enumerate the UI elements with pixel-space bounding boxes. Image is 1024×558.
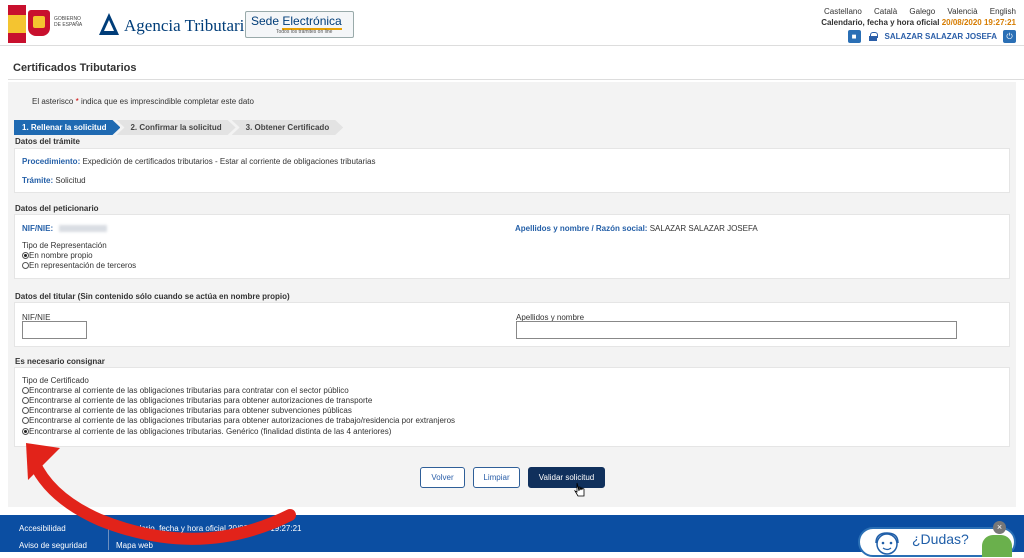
radio-button-icon[interactable]: [22, 407, 29, 414]
help-agent-icon: [875, 532, 899, 555]
mandatory-note: El asterisco * indica que es imprescindi…: [32, 97, 254, 106]
page-title: Certificados Tributarios: [13, 62, 137, 74]
titular-nif-input[interactable]: [22, 321, 87, 339]
cert-option-3[interactable]: Encontrarse al corriente de las obligaci…: [22, 406, 352, 415]
cert-option-label: Encontrarse al corriente de las obligaci…: [29, 396, 373, 405]
help-widget-badge: [982, 535, 1012, 557]
cert-option-label: Encontrarse al corriente de las obligaci…: [29, 427, 392, 436]
spain-flag-icon: [8, 5, 26, 43]
cert-option-label: Encontrarse al corriente de las obligaci…: [29, 386, 349, 395]
asterisk-mark: *: [75, 97, 79, 106]
lang-galego[interactable]: Galego: [909, 7, 935, 16]
representacion-label: Tipo de Representación: [22, 241, 107, 250]
section-tramite: Procedimiento: Expedición de certificado…: [14, 148, 1010, 193]
radio-label: En nombre propio: [29, 251, 93, 260]
sede-title-1: Sede: [251, 14, 283, 28]
lock-icon: [868, 31, 878, 41]
user-profile-icon[interactable]: ■: [847, 29, 861, 43]
radio-representacion-terceros[interactable]: En representación de terceros: [22, 261, 136, 270]
tramite-label: Trámite:: [22, 176, 54, 185]
radio-button-icon[interactable]: [22, 417, 29, 424]
lang-castellano[interactable]: Castellano: [824, 7, 862, 16]
sede-electronica-logo[interactable]: Sede Electrónica Todos los trámites on l…: [245, 11, 354, 38]
footer-mapa-web-link[interactable]: Mapa web: [116, 541, 153, 550]
lang-catala[interactable]: Català: [874, 7, 897, 16]
radio-nombre-propio[interactable]: En nombre propio: [22, 251, 93, 260]
lang-valencia[interactable]: Valencià: [947, 7, 977, 16]
tipo-certificado-label: Tipo de Certificado: [22, 376, 89, 385]
limpiar-button[interactable]: Limpiar: [473, 467, 520, 488]
mandatory-note-pre: El asterisco: [32, 97, 74, 106]
calendar-datetime: 20/08/2020 19:27:21: [941, 18, 1016, 27]
user-name: SALAZAR SALAZAR JOSEFA: [884, 31, 997, 41]
section-titular-title: Datos del titular (Sin contenido sólo cu…: [15, 292, 290, 301]
procedimiento-label: Procedimiento:: [22, 157, 81, 166]
section-consignar: Tipo de Certificado Encontrarse al corri…: [14, 367, 1010, 447]
tramite-value: Solicitud: [55, 176, 86, 185]
radio-button-icon[interactable]: [22, 397, 29, 404]
footer-aviso-seguridad-link[interactable]: Aviso de seguridad: [19, 541, 87, 550]
sede-title-2: Electrónica: [282, 14, 342, 30]
sede-subtitle: Todos los trámites on line: [276, 29, 333, 35]
wizard-steps: 1. Rellenar la solicitud 2. Confirmar la…: [14, 120, 343, 135]
cert-option-1[interactable]: Encontrarse al corriente de las obligaci…: [22, 386, 349, 395]
cert-option-4[interactable]: Encontrarse al corriente de las obligaci…: [22, 416, 455, 425]
radio-button-icon[interactable]: [22, 262, 29, 269]
agency-name: Agencia Tributaria: [124, 16, 252, 35]
mouse-cursor-icon: [574, 482, 585, 497]
cert-option-label: Encontrarse al corriente de las obligaci…: [29, 416, 456, 425]
radio-label: En representación de terceros: [29, 261, 137, 270]
step-1: 1. Rellenar la solicitud: [14, 120, 120, 135]
titular-apellidos-input[interactable]: [516, 321, 957, 339]
section-tramite-title: Datos del trámite: [15, 137, 80, 146]
help-label: ¿Dudas?: [912, 531, 969, 547]
help-close-icon[interactable]: ×: [993, 521, 1006, 534]
step-2: 2. Confirmar la solicitud: [116, 120, 235, 135]
volver-button[interactable]: Volver: [420, 467, 465, 488]
procedimiento-value: Expedición de certificados tributarios -…: [82, 157, 376, 166]
procedimiento-row: Procedimiento: Expedición de certificado…: [22, 157, 376, 166]
apellidos-label: Apellidos y nombre / Razón social:: [515, 224, 648, 233]
step-3: 3. Obtener Certificado: [232, 120, 344, 135]
coat-of-arms-icon: [28, 10, 50, 36]
validar-solicitud-button[interactable]: Validar solicitud: [528, 467, 605, 488]
gov-logo-text: GOBIERNO DE ESPAÑA: [54, 16, 83, 28]
radio-button-icon[interactable]: [22, 387, 29, 394]
nif-value-blurred: [59, 225, 108, 233]
mandatory-note-post: indica que es imprescindible completar e…: [80, 97, 254, 106]
section-peticionario: NIF/NIE: Apellidos y nombre / Razón soci…: [14, 214, 1010, 279]
section-titular: NIF/NIE Apellidos y nombre: [14, 302, 1010, 347]
page-title-bar: Certificados Tributarios: [8, 55, 1024, 80]
section-consignar-title: Es necesario consignar: [15, 357, 105, 366]
language-selector: Castellano Català Galego Valencià Englis…: [814, 7, 1016, 16]
footer-divider: [108, 522, 109, 550]
tramite-row: Trámite: Solicitud: [22, 176, 86, 185]
user-bar: ■ SALAZAR SALAZAR JOSEFA ⏻: [847, 29, 1016, 43]
apellidos-row: Apellidos y nombre / Razón social: SALAZ…: [515, 224, 758, 233]
calendar-label: Calendario, fecha y hora oficial: [821, 18, 940, 27]
apellidos-value: SALAZAR SALAZAR JOSEFA: [649, 224, 758, 233]
cert-option-5[interactable]: Encontrarse al corriente de las obligaci…: [22, 427, 391, 436]
section-peticionario-title: Datos del peticionario: [15, 204, 99, 213]
form-panel: El asterisco * indica que es imprescindi…: [8, 82, 1016, 507]
site-header: GOBIERNO DE ESPAÑA Agencia Tributaria Se…: [0, 0, 1024, 46]
radio-button-icon[interactable]: [22, 428, 29, 435]
gobierno-de-espana-logo[interactable]: GOBIERNO DE ESPAÑA: [28, 8, 90, 40]
official-calendar[interactable]: Calendario, fecha y hora oficial 20/08/2…: [821, 18, 1016, 27]
footer-calendar-link[interactable]: Calendario, fecha y hora oficial 20/08/2…: [116, 524, 301, 533]
cert-option-2[interactable]: Encontrarse al corriente de las obligaci…: [22, 396, 372, 405]
footer-accesibilidad-link[interactable]: Accesibilidad: [19, 524, 66, 533]
power-icon[interactable]: ⏻: [1003, 29, 1016, 43]
lang-english[interactable]: English: [990, 7, 1016, 16]
nif-label: NIF/NIE:: [22, 224, 54, 233]
cert-option-label: Encontrarse al corriente de las obligaci…: [29, 406, 352, 415]
radio-button-icon[interactable]: [22, 252, 29, 259]
agencia-tributaria-mark-icon: [99, 13, 119, 35]
nif-row: NIF/NIE:: [22, 224, 108, 233]
help-widget[interactable]: ¿Dudas?: [858, 527, 1016, 557]
